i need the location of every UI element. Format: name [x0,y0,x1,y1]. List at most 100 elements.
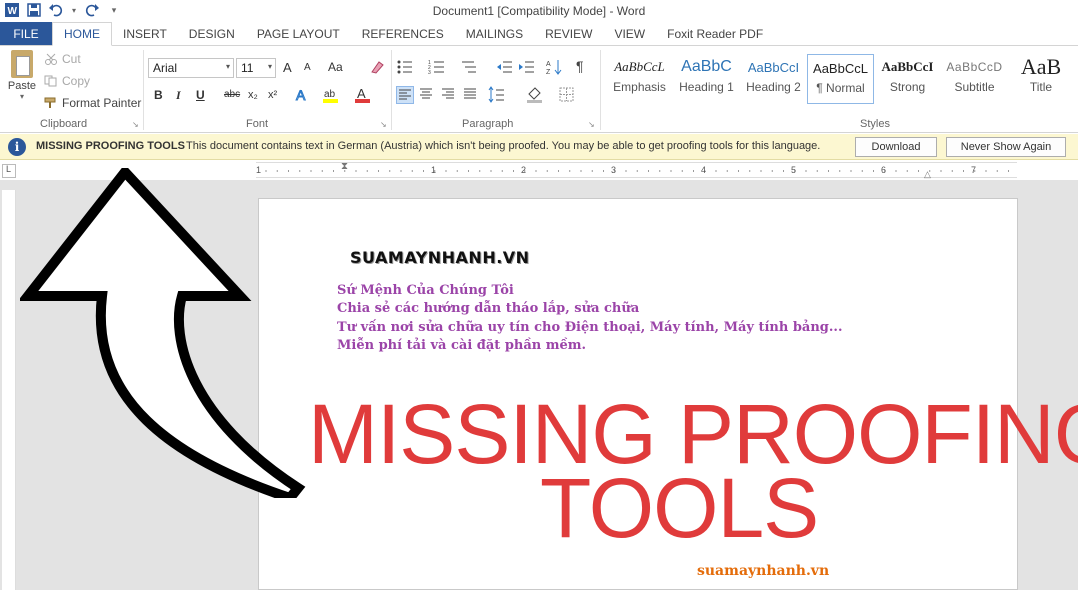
tab-mailings[interactable]: MAILINGS [455,22,534,45]
brand-text: SUAMAYNHANH.VN [350,248,530,267]
font-name-combo[interactable]: Arial ▾ [148,58,234,78]
text-effects-icon[interactable]: A [294,86,312,104]
style-subtitle[interactable]: AaBbCcD Subtitle [941,54,1008,104]
ruler-number: 1 [431,165,437,175]
bullets-icon[interactable] [396,58,414,76]
copy-button[interactable]: Copy [44,74,90,88]
style-heading-2[interactable]: AaBbCcI Heading 2 [740,54,807,104]
message-bar: i MISSING PROOFING TOOLS This document c… [0,134,1078,160]
ribbon: Paste ▾ Cut Copy Format Painter Clipboar… [0,46,1078,133]
horizontal-ruler[interactable]: 1 1 2 3 4 5 6 7 ⧗ △ [256,161,1017,180]
paragraph-launcher-icon[interactable]: ↘ [588,120,595,129]
font-size-value: 11 [241,61,254,75]
ruler-number: 6 [881,165,887,175]
underline-button[interactable]: U [196,88,205,102]
justify-icon[interactable] [462,86,480,104]
strikethrough-button[interactable]: abc [224,89,240,100]
tab-home[interactable]: HOME [52,22,112,46]
message-text: This document contains text in German (A… [186,140,821,152]
tab-review[interactable]: REVIEW [534,22,603,45]
svg-text:3: 3 [428,70,431,76]
ribbon-separator [391,50,392,130]
tab-file[interactable]: FILE [0,22,52,45]
paintbrush-icon [44,97,58,109]
style-preview: AaBbCcI [747,59,800,75]
clear-formatting-icon[interactable] [368,58,386,76]
align-right-icon[interactable] [440,86,458,104]
ruler-number: 2 [521,165,527,175]
paste-dropdown-icon[interactable]: ▾ [6,92,38,101]
bold-button[interactable]: B [154,88,163,102]
grow-font-button[interactable]: A [283,60,292,75]
style-name: Emphasis [613,80,666,94]
align-left-icon[interactable] [396,86,414,104]
vertical-ruler[interactable] [2,190,16,590]
style-name: Subtitle [954,80,995,94]
cut-button[interactable]: Cut [44,52,81,66]
sort-icon[interactable]: AZ [546,58,564,76]
style-title[interactable]: AaB Title [1008,54,1074,104]
clipboard-launcher-icon[interactable]: ↘ [132,120,139,129]
line-spacing-icon[interactable] [488,86,506,104]
style-preview: AaBbCcD [946,60,1003,74]
style-preview: AaBbC [681,58,732,75]
font-name-value: Arial [153,61,178,75]
style-preview: AaBbCcI [881,59,934,74]
ribbon-tabs: FILE HOME INSERT DESIGN PAGE LAYOUT REFE… [0,22,1078,46]
numbering-icon[interactable]: 123 [428,58,446,76]
font-size-combo[interactable]: 11 ▾ [236,58,276,78]
footer-url: suamaynhanh.vn [697,563,830,579]
style-normal[interactable]: AaBbCcL ¶ Normal [807,54,874,104]
indent-marker-icon[interactable]: ⧗ [341,161,348,172]
show-formatting-icon[interactable]: ¶ [576,58,594,76]
tab-view[interactable]: VIEW [603,22,656,45]
font-launcher-icon[interactable]: ↘ [380,120,387,129]
right-indent-marker-icon[interactable]: △ [924,169,931,180]
svg-text:ab: ab [324,89,336,100]
highlight-icon[interactable]: ab [322,86,340,104]
style-preview: AaBbCcL [813,60,868,76]
align-center-icon[interactable] [418,86,436,104]
tab-insert[interactable]: INSERT [112,22,178,45]
download-button[interactable]: Download [855,137,937,157]
borders-icon[interactable] [558,86,576,104]
shrink-font-button[interactable]: A [304,62,311,73]
arrow-up-icon [20,168,306,498]
ruler-number: 4 [701,165,707,175]
style-heading-1[interactable]: AaBbC Heading 1 [673,54,740,104]
paste-icon [11,50,33,78]
tab-foxit-reader-pdf[interactable]: Foxit Reader PDF [656,22,774,45]
superscript-button[interactable]: x² [268,89,277,101]
style-name: Heading 2 [746,80,801,94]
multilevel-list-icon[interactable] [460,58,478,76]
font-color-icon[interactable]: A [354,86,372,104]
style-emphasis[interactable]: AaBbCcL Emphasis [606,54,673,104]
decrease-indent-icon[interactable] [496,58,514,76]
tab-references[interactable]: REFERENCES [351,22,455,45]
chevron-down-icon: ▾ [225,62,230,71]
svg-text:A: A [357,86,366,101]
never-show-again-button[interactable]: Never Show Again [946,137,1066,157]
tab-page-layout[interactable]: PAGE LAYOUT [246,22,351,45]
style-strong[interactable]: AaBbCcI Strong [874,54,941,104]
change-case-button[interactable]: Aa [328,60,343,74]
increase-indent-icon[interactable] [518,58,536,76]
shading-icon[interactable] [526,86,544,104]
italic-button[interactable]: I [176,88,181,103]
mission-line: Sứ Mệnh Của Chúng Tôi [337,283,514,298]
style-name: Title [1029,80,1053,94]
mission-line: Miễn phí tải và cài đặt phần mềm. [337,338,587,353]
mission-line: Chia sẻ các hướng dẫn tháo lắp, sửa chữa [337,301,640,316]
message-title: MISSING PROOFING TOOLS [36,140,185,152]
style-preview: AaBbCcL [614,59,665,74]
tab-selector[interactable] [2,164,16,178]
window-title: Document1 [Compatibility Mode] - Word [432,4,646,18]
subscript-button[interactable]: x₂ [248,89,258,101]
paste-button[interactable]: Paste ▾ [6,50,38,101]
paragraph-group-label: Paragraph [462,118,514,130]
style-preview: AaB [1020,54,1062,79]
format-painter-button[interactable]: Format Painter [44,96,141,110]
styles-group-label: Styles [860,118,890,130]
tab-design[interactable]: DESIGN [178,22,246,45]
font-group-label: Font [246,118,269,130]
